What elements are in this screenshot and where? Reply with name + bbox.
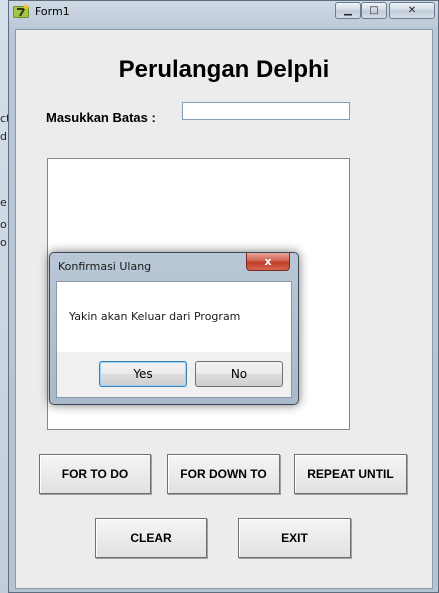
confirm-dialog: Konfirmasi Ulang x Yakin akan Keluar dar… (49, 252, 299, 405)
background-text: o (0, 236, 7, 249)
maximize-icon: □ (369, 5, 379, 16)
no-button[interactable]: No (195, 361, 283, 387)
window-title: Form1 (35, 5, 70, 18)
for-to-do-button[interactable]: FOR TO DO (39, 454, 151, 494)
close-icon: x (264, 255, 272, 268)
maximize-button[interactable]: □ (361, 2, 387, 19)
minimize-icon: ▁ (344, 5, 352, 16)
dialog-title: Konfirmasi Ulang (58, 260, 152, 273)
repeat-until-button[interactable]: REPEAT UNTIL (294, 454, 407, 494)
batas-input[interactable] (182, 102, 350, 120)
page-title: Perulangan Delphi (118, 56, 330, 83)
close-icon: ✕ (407, 5, 417, 16)
batas-label: Masukkan Batas : (46, 110, 156, 125)
for-down-to-button[interactable]: FOR DOWN TO (167, 454, 280, 494)
minimize-button[interactable]: ▁ (335, 2, 361, 19)
delphi-app-icon (13, 4, 31, 19)
background-text: o (0, 218, 7, 231)
yes-button[interactable]: Yes (99, 361, 187, 387)
background-text: e (0, 196, 7, 209)
dialog-body: Yakin akan Keluar dari Program Yes No (56, 281, 292, 398)
dialog-message: Yakin akan Keluar dari Program (69, 310, 241, 323)
exit-button[interactable]: EXIT (238, 518, 351, 558)
clear-button[interactable]: CLEAR (95, 518, 207, 558)
dialog-close-button[interactable]: x (246, 253, 290, 271)
close-button[interactable]: ✕ (389, 2, 435, 19)
dialog-message-area: Yakin akan Keluar dari Program (57, 282, 291, 352)
title-bar[interactable]: Form1 ▁ □ ✕ (9, 1, 438, 23)
